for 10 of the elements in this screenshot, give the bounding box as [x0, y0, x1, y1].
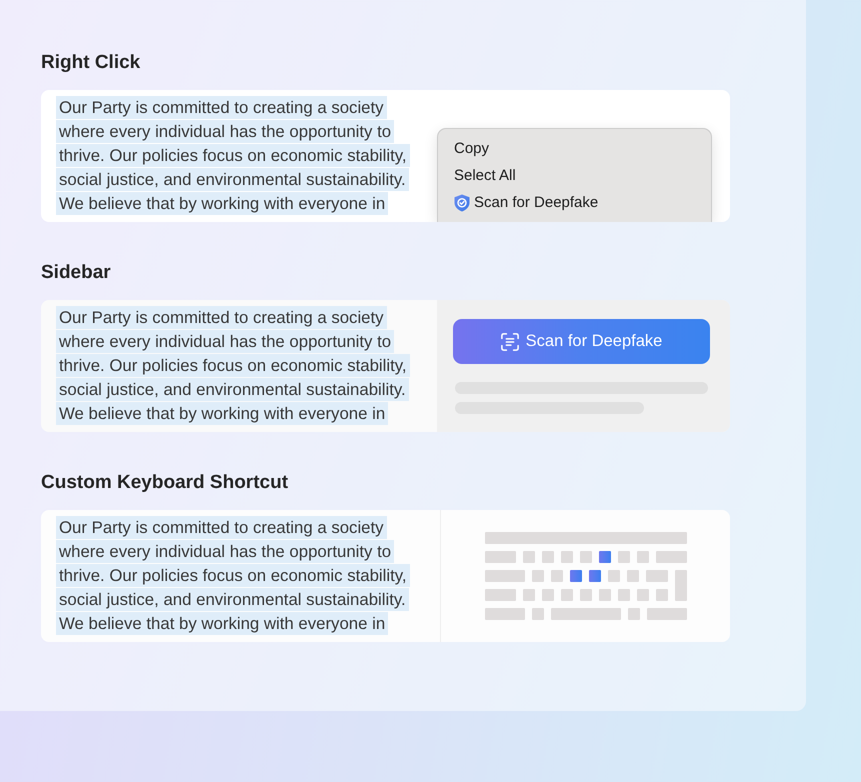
- scan-text-icon: [500, 332, 519, 350]
- scan-button[interactable]: Scan for Deepfake: [453, 319, 710, 364]
- menu-item[interactable]: Select All: [454, 162, 695, 189]
- section-heading: Sidebar: [41, 261, 111, 285]
- section-heading: Custom Keyboard Shortcut: [41, 471, 288, 495]
- paragraph-text: Our Party is committed to creating a society where every individual has the opportunity to thrive. Our policies focus on economic stability, social justice, and environmental sustainability. We believe that by working with everyone in: [57, 516, 410, 636]
- menu-item[interactable]: Scan for Deepfake: [454, 189, 695, 216]
- section-heading: Right Click: [41, 51, 140, 75]
- menu-item[interactable]: Copy: [454, 135, 695, 162]
- shield-check-icon: [454, 194, 470, 212]
